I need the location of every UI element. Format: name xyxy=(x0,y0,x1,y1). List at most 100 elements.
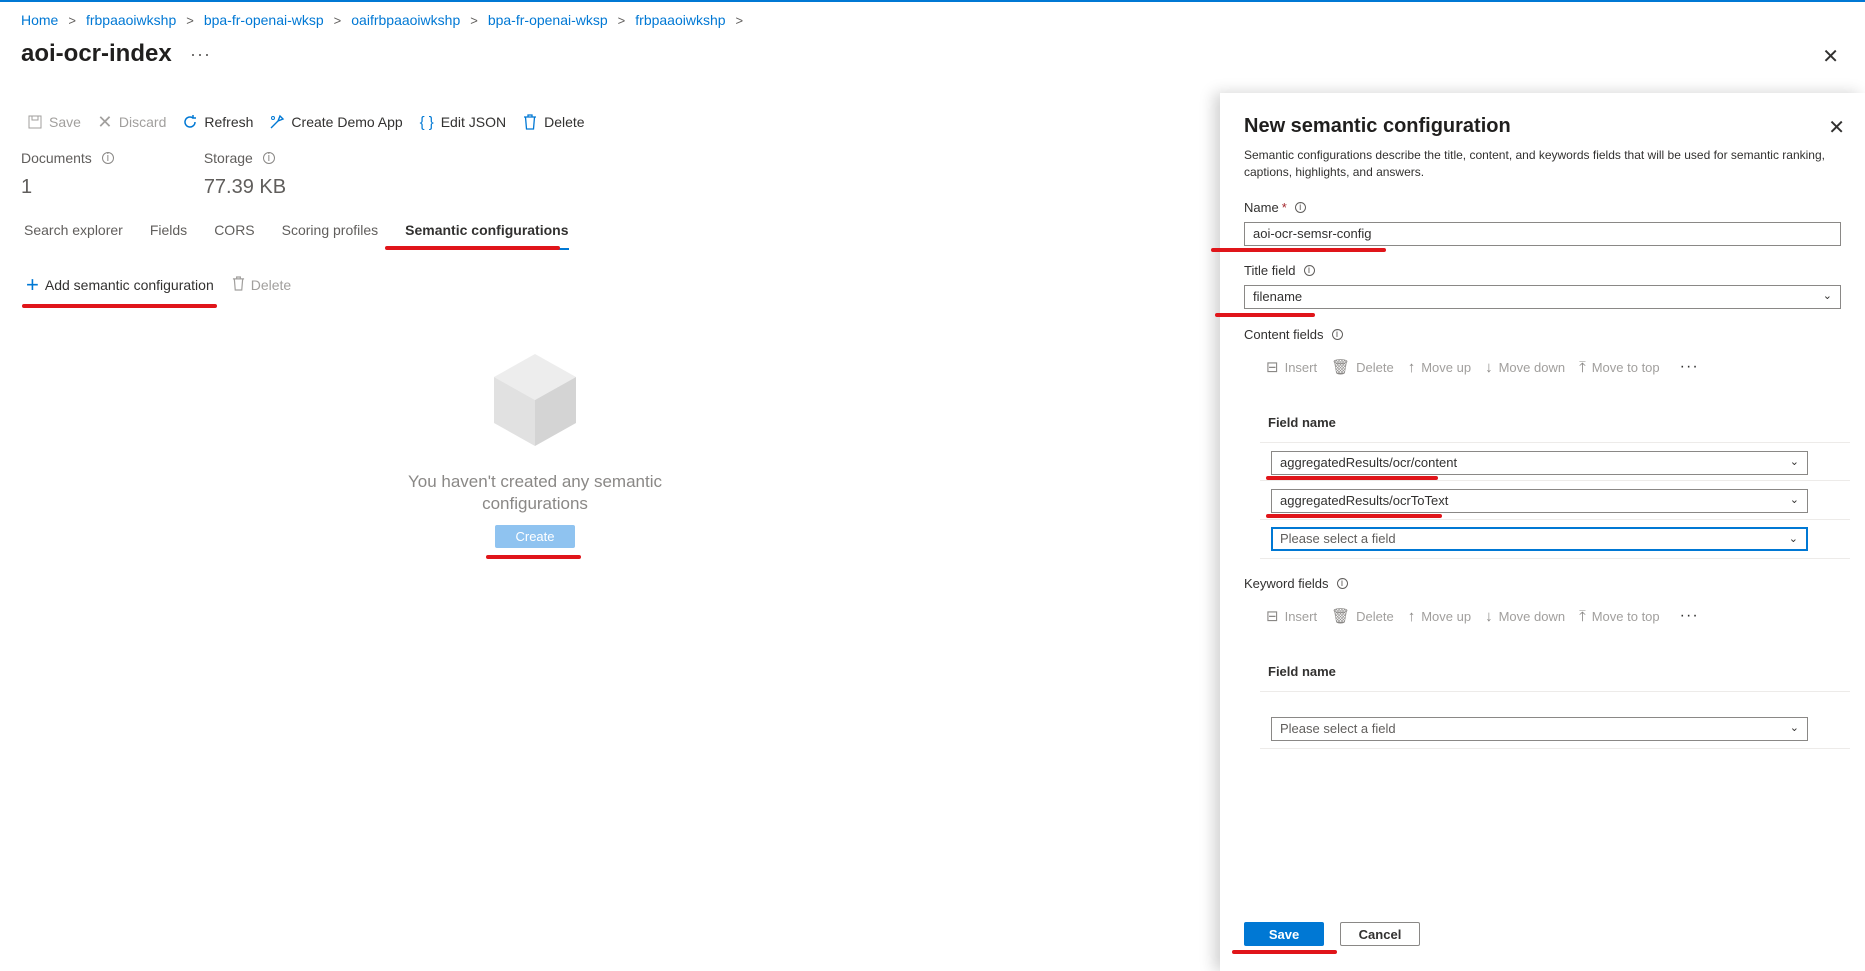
info-icon[interactable]: i xyxy=(262,152,275,164)
info-icon[interactable]: i xyxy=(1303,265,1315,276)
save-button[interactable]: Save xyxy=(1244,922,1324,946)
annotation-underline xyxy=(486,555,581,559)
move-down-button[interactable]: ↓ Move down xyxy=(1485,359,1565,376)
chevron-right-icon: > xyxy=(617,12,626,28)
panel-title: New semantic configuration xyxy=(1244,115,1511,137)
cancel-button[interactable]: Cancel xyxy=(1340,922,1420,946)
create-button[interactable]: Create xyxy=(495,525,575,548)
content-field-dropdown-2[interactable]: aggregatedResults/ocrToText ⌄ xyxy=(1271,489,1808,513)
move-down-button[interactable]: ↓ Move down xyxy=(1485,608,1565,625)
add-semantic-configuration-button[interactable]: + Add semantic configuration xyxy=(26,274,214,296)
new-semantic-configuration-panel: New semantic configuration ✕ Semantic co… xyxy=(1211,93,1865,971)
move-down-label: Move down xyxy=(1498,608,1566,624)
delete-button[interactable]: 🗑 Delete xyxy=(1331,607,1394,625)
tab-fields[interactable]: Fields xyxy=(150,222,187,250)
discard-label: Discard xyxy=(118,114,167,130)
tab-cors[interactable]: CORS xyxy=(214,222,254,250)
content-fields-label: Content fields i xyxy=(1244,327,1343,342)
title-field-dropdown[interactable]: filename ⌄ xyxy=(1244,285,1841,309)
arrow-up-icon: ↑ xyxy=(1407,607,1416,625)
more-options-button[interactable]: ··· xyxy=(190,44,211,65)
delete-label: Delete xyxy=(1356,359,1394,375)
info-icon[interactable]: i xyxy=(1331,329,1343,340)
grid-divider xyxy=(1260,480,1850,481)
move-up-button[interactable]: ↑ Move up xyxy=(1408,359,1471,376)
breadcrumb-item[interactable]: frbpaaoiwkshp xyxy=(635,12,725,28)
save-icon xyxy=(27,114,43,130)
name-input[interactable]: aoi-ocr-semsr-config xyxy=(1244,222,1841,246)
annotation-underline xyxy=(1215,313,1315,317)
discard-icon: ✕ xyxy=(97,111,113,132)
insert-label: Insert xyxy=(1284,359,1318,375)
arrow-down-icon: ↓ xyxy=(1485,358,1493,376)
arrow-up-icon: ↑ xyxy=(1407,358,1416,376)
breadcrumb-item[interactable]: bpa-fr-openai-wksp xyxy=(204,12,324,28)
grid-divider xyxy=(1260,558,1850,559)
insert-icon: ⊟ xyxy=(1266,359,1279,376)
content-field-value: aggregatedResults/ocr/content xyxy=(1280,455,1458,470)
trash-icon xyxy=(232,276,245,294)
info-icon[interactable]: i xyxy=(101,152,114,164)
grid-divider xyxy=(1260,691,1850,692)
empty-cube-icon xyxy=(494,354,576,446)
breadcrumb-item-home[interactable]: Home xyxy=(21,12,58,28)
insert-button[interactable]: ⊟ Insert xyxy=(1266,358,1317,376)
content-field-value: aggregatedResults/ocrToText xyxy=(1280,493,1449,508)
breadcrumb-item[interactable]: bpa-fr-openai-wksp xyxy=(488,12,608,28)
tab-search-explorer[interactable]: Search explorer xyxy=(24,222,123,250)
content-fields-label-text: Content fields xyxy=(1244,327,1324,342)
annotation-underline xyxy=(22,304,217,308)
chevron-down-icon: ⌄ xyxy=(1822,290,1832,302)
annotation-underline xyxy=(1232,950,1337,954)
delete-index-button[interactable]: Delete xyxy=(522,114,585,130)
move-to-top-button[interactable]: ⤒ Move to top xyxy=(1579,359,1660,376)
info-icon[interactable]: i xyxy=(1336,578,1348,589)
keyword-fields-command-bar: ⊟ Insert 🗑 Delete ↑ Move up ↓ Move down ⤒ Mov… xyxy=(1266,607,1699,625)
refresh-label: Refresh xyxy=(204,114,254,130)
keyword-field-dropdown-1[interactable]: Please select a field ⌄ xyxy=(1271,717,1808,741)
index-toolbar: Save ✕ Discard Refresh Create Demo App {… xyxy=(27,111,601,132)
move-to-top-button[interactable]: ⤒ Move to top xyxy=(1579,608,1660,625)
edit-json-button[interactable]: { } Edit JSON xyxy=(419,114,507,131)
save-label: Save xyxy=(49,114,81,130)
keyword-field-name-header: Field name xyxy=(1268,664,1336,679)
more-options-button[interactable]: ··· xyxy=(1680,607,1699,625)
tab-scoring-profiles[interactable]: Scoring profiles xyxy=(282,222,379,250)
close-panel-button[interactable]: ✕ xyxy=(1828,115,1845,140)
move-up-button[interactable]: ↑ Move up xyxy=(1408,608,1471,625)
breadcrumb-item[interactable]: frbpaaoiwkshp xyxy=(86,12,176,28)
index-stats: Documents i 1 Storage i 77.39 KB xyxy=(21,150,336,199)
content-field-dropdown-1[interactable]: aggregatedResults/ocr/content ⌄ xyxy=(1271,451,1808,475)
empty-state: You haven't created any semantic configu… xyxy=(390,352,680,548)
chevron-right-icon: > xyxy=(186,12,194,28)
annotation-underline xyxy=(1266,514,1442,518)
breadcrumb-item[interactable]: oaifrbpaaoiwkshp xyxy=(351,12,460,28)
close-page-button[interactable]: ✕ xyxy=(1822,44,1839,69)
trash-icon: 🗑 xyxy=(1331,359,1351,376)
more-options-button[interactable]: ··· xyxy=(1680,358,1699,376)
chevron-down-icon: ⌄ xyxy=(1789,722,1799,734)
save-index-button[interactable]: Save xyxy=(27,114,81,130)
insert-button[interactable]: ⊟ Insert xyxy=(1266,607,1317,625)
grid-divider xyxy=(1260,748,1850,749)
info-icon[interactable]: i xyxy=(1294,202,1306,213)
delete-button[interactable]: 🗑 Delete xyxy=(1331,358,1394,376)
annotation-underline xyxy=(1211,248,1386,252)
storage-label: Storage xyxy=(203,150,253,166)
refresh-icon xyxy=(182,114,198,130)
title-field-label-text: Title field xyxy=(1244,263,1296,278)
chevron-right-icon: > xyxy=(470,12,478,28)
content-field-dropdown-3[interactable]: Please select a field ⌄ xyxy=(1271,527,1808,551)
edit-json-label: Edit JSON xyxy=(440,114,507,130)
documents-value: 1 xyxy=(21,176,33,198)
delete-semantic-configuration-button[interactable]: Delete xyxy=(232,276,291,294)
chevron-down-icon: ⌄ xyxy=(1789,494,1799,506)
discard-button[interactable]: ✕ Discard xyxy=(97,111,167,132)
refresh-button[interactable]: Refresh xyxy=(182,114,253,130)
move-to-top-icon: ⤒ xyxy=(1579,358,1586,376)
name-label-text: Name xyxy=(1244,200,1279,215)
content-field-name-header: Field name xyxy=(1268,415,1336,430)
trash-icon xyxy=(522,114,538,130)
insert-icon: ⊟ xyxy=(1266,608,1279,625)
create-demo-app-button[interactable]: Create Demo App xyxy=(269,114,403,130)
